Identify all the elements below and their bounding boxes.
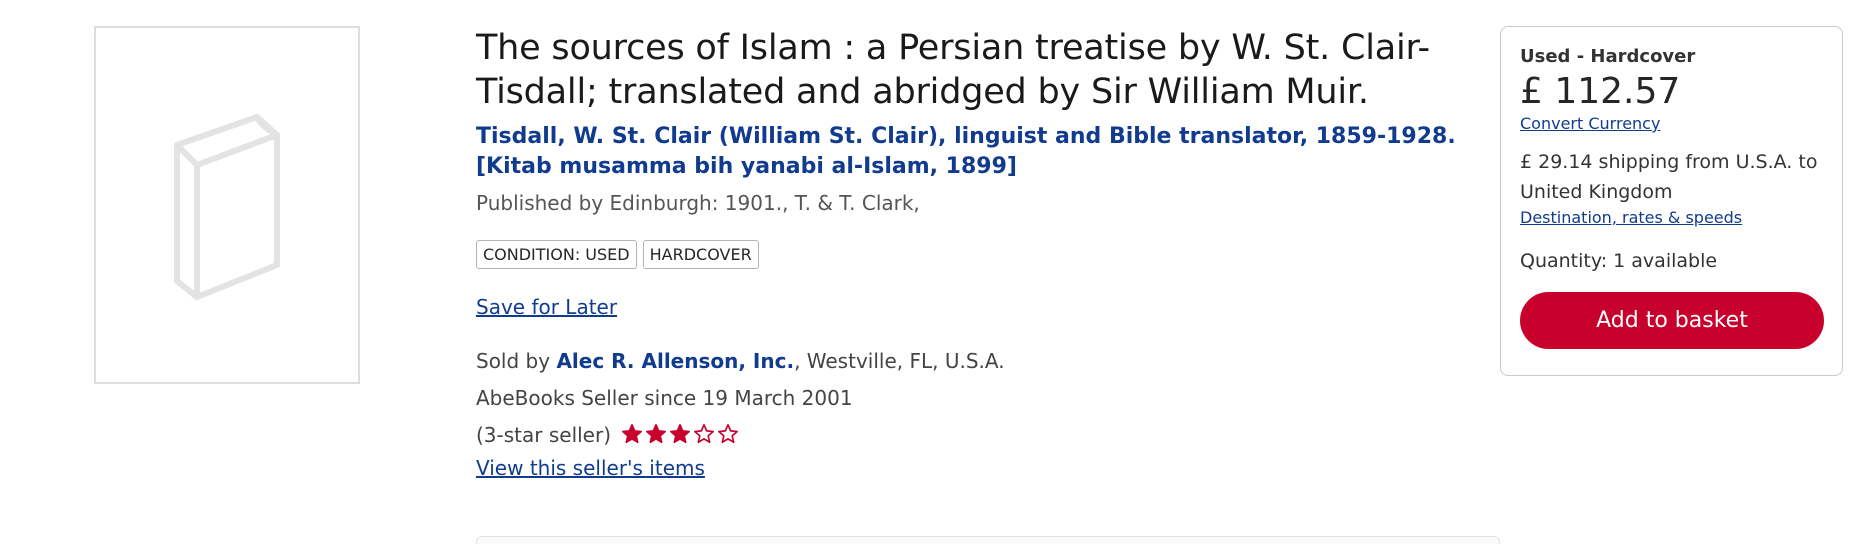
binding-badge: HARDCOVER xyxy=(642,240,759,269)
add-to-basket-button[interactable]: Add to basket xyxy=(1520,292,1824,349)
view-seller-items-link[interactable]: View this seller's items xyxy=(476,456,705,480)
star-empty-icon xyxy=(694,424,715,444)
convert-currency-link[interactable]: Convert Currency xyxy=(1520,113,1824,135)
product-page: The sources of Islam : a Persian treatis… xyxy=(0,0,1863,544)
condition-badge: CONDITION: USED xyxy=(476,240,637,269)
seller-info: Sold by Alec R. Allenson, Inc., Westvill… xyxy=(476,343,1466,454)
shipping-info: £ 29.14 shipping from U.S.A. to United K… xyxy=(1520,151,1818,203)
badge-row: CONDITION: USED HARDCOVER xyxy=(476,240,1466,269)
star-filled-icon xyxy=(646,424,667,444)
next-section-edge xyxy=(476,536,1500,544)
star-empty-icon xyxy=(718,424,739,444)
star-filled-icon xyxy=(670,424,691,444)
publisher-info: Published by Edinburgh: 1901., T. & T. C… xyxy=(476,191,920,215)
price: £ 112.57 xyxy=(1520,71,1681,112)
buybox-condition: Used - Hardcover xyxy=(1520,46,1696,67)
seller-rating-text: (3-star seller) xyxy=(476,423,612,447)
seller-location: , Westville, FL, U.S.A. xyxy=(794,349,1005,373)
sold-by-line: Sold by Alec R. Allenson, Inc., Westvill… xyxy=(476,343,1466,380)
star-filled-icon xyxy=(622,424,643,444)
product-details: The sources of Islam : a Persian treatis… xyxy=(476,26,1466,482)
star-rating xyxy=(621,423,739,445)
seller-name-link[interactable]: Alec R. Allenson, Inc. xyxy=(556,349,794,373)
buy-box: Used - Hardcover £ 112.57 Convert Curren… xyxy=(1500,26,1843,376)
sold-by-prefix: Sold by xyxy=(476,349,557,373)
book-cover-placeholder xyxy=(94,26,360,384)
book-title: The sources of Islam : a Persian treatis… xyxy=(476,28,1430,112)
book-placeholder-icon xyxy=(174,114,280,300)
quantity-available: Quantity: 1 available xyxy=(1520,250,1718,272)
destination-rates-link[interactable]: Destination, rates & speeds xyxy=(1520,207,1824,229)
seller-rating-line: (3-star seller) xyxy=(476,417,1466,454)
author-link[interactable]: Tisdall, W. St. Clair (William St. Clair… xyxy=(476,122,1466,182)
save-for-later-link[interactable]: Save for Later xyxy=(476,293,617,321)
seller-since: AbeBooks Seller since 19 March 2001 xyxy=(476,386,853,410)
